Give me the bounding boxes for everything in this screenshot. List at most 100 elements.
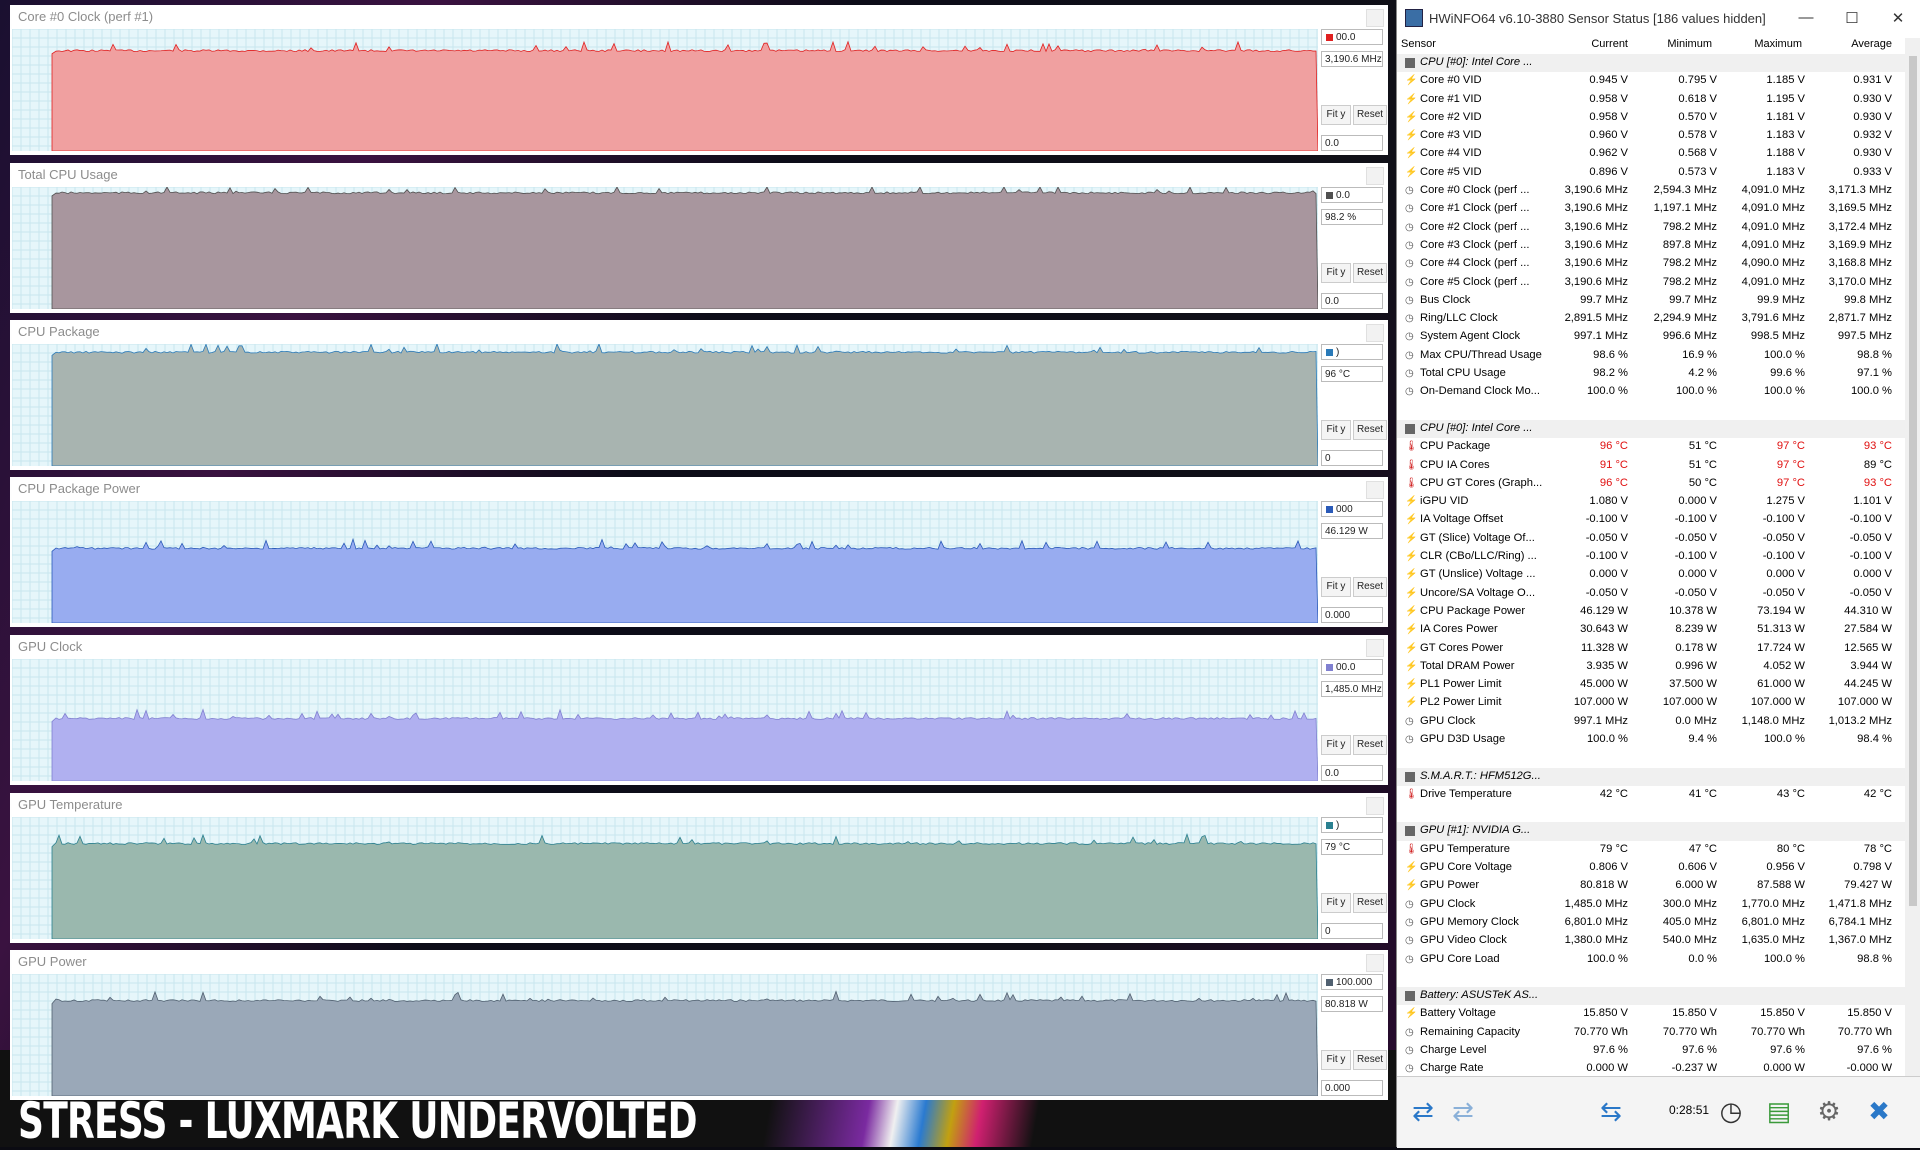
graph-min-field[interactable]: 0.0 xyxy=(1321,135,1383,151)
graph-close-button[interactable] xyxy=(1366,797,1384,815)
reset-button[interactable]: Reset xyxy=(1353,735,1387,755)
graph-max-field[interactable]: 00.0 xyxy=(1321,659,1383,675)
sensor-group-header[interactable]: S.M.A.R.T.: HFM512G... xyxy=(1397,767,1905,786)
sensor-row[interactable]: ⚡ GT Cores Power 11.328 W 0.178 W 17.724… xyxy=(1397,640,1905,658)
reset-button[interactable]: Reset xyxy=(1353,420,1387,440)
sensor-row[interactable]: ⚡ IA Voltage Offset -0.100 V -0.100 V -0… xyxy=(1397,511,1905,529)
graph-max-field[interactable]: 0.0 xyxy=(1321,187,1383,203)
col-maximum[interactable]: Maximum xyxy=(1742,38,1802,50)
sensor-row[interactable]: 🌡 Drive Temperature 42 °C 41 °C 43 °C 42… xyxy=(1397,786,1905,804)
sensor-row[interactable]: ◷ Core #5 Clock (perf ... 3,190.6 MHz 79… xyxy=(1397,274,1905,292)
sensor-row[interactable]: ◷ Charge Level 97.6 % 97.6 % 97.6 % 97.6… xyxy=(1397,1042,1905,1060)
graph-min-field[interactable]: 0.000 xyxy=(1321,1080,1383,1096)
fit-y-button[interactable]: Fit y xyxy=(1321,735,1351,755)
graph-close-button[interactable] xyxy=(1366,167,1384,185)
sensor-row[interactable]: ◷ Ring/LLC Clock 2,891.5 MHz 2,294.9 MHz… xyxy=(1397,310,1905,328)
fit-y-button[interactable]: Fit y xyxy=(1321,420,1351,440)
col-average[interactable]: Average xyxy=(1832,38,1892,50)
sensor-row[interactable]: ◷ Remaining Capacity 70.770 Wh 70.770 Wh… xyxy=(1397,1024,1905,1042)
sensor-row[interactable]: ◷ GPU Core Load 100.0 % 0.0 % 100.0 % 98… xyxy=(1397,951,1905,969)
graph-min-field[interactable]: 0 xyxy=(1321,450,1383,466)
sensor-row[interactable]: ◷ GPU Memory Clock 6,801.0 MHz 405.0 MHz… xyxy=(1397,914,1905,932)
sensor-row[interactable]: ⚡ Core #2 VID 0.958 V 0.570 V 1.181 V 0.… xyxy=(1397,109,1905,127)
graph-max-field[interactable]: 100.000 xyxy=(1321,974,1383,990)
sensor-row[interactable]: ◷ Core #2 Clock (perf ... 3,190.6 MHz 79… xyxy=(1397,219,1905,237)
clock-icon[interactable]: ◷ xyxy=(1713,1093,1749,1129)
graph-close-button[interactable] xyxy=(1366,954,1384,972)
sensor-row[interactable]: ⚡ PL2 Power Limit 107.000 W 107.000 W 10… xyxy=(1397,694,1905,712)
sensor-row[interactable]: ◷ Bus Clock 99.7 MHz 99.7 MHz 99.9 MHz 9… xyxy=(1397,292,1905,310)
sensor-row[interactable]: ⚡ CLR (CBo/LLC/Ring) ... -0.100 V -0.100… xyxy=(1397,548,1905,566)
fit-y-button[interactable]: Fit y xyxy=(1321,577,1351,597)
sensor-row[interactable]: ⚡ Core #5 VID 0.896 V 0.573 V 1.183 V 0.… xyxy=(1397,164,1905,182)
maximize-icon[interactable]: ☐ xyxy=(1829,9,1875,27)
sensor-row[interactable]: ◷ GPU Clock 1,485.0 MHz 300.0 MHz 1,770.… xyxy=(1397,896,1905,914)
reset-button[interactable]: Reset xyxy=(1353,263,1387,283)
sensor-row[interactable]: ◷ On-Demand Clock Mo... 100.0 % 100.0 % … xyxy=(1397,383,1905,401)
sensor-row[interactable]: ◷ Core #1 Clock (perf ... 3,190.6 MHz 1,… xyxy=(1397,200,1905,218)
sensor-row[interactable]: ⚡ GPU Power 80.818 W 6.000 W 87.588 W 79… xyxy=(1397,877,1905,895)
sensor-group-header[interactable]: Battery: ASUSTeK AS... xyxy=(1397,987,1905,1006)
graph-min-field[interactable]: 0.000 xyxy=(1321,607,1383,623)
sensor-row[interactable]: ◷ Core #4 Clock (perf ... 3,190.6 MHz 79… xyxy=(1397,255,1905,273)
minimize-icon[interactable]: — xyxy=(1783,9,1829,27)
sensor-row[interactable]: ⚡ Core #1 VID 0.958 V 0.618 V 1.195 V 0.… xyxy=(1397,91,1905,109)
reset-button[interactable]: Reset xyxy=(1353,105,1387,125)
sensor-group-header[interactable]: CPU [#0]: Intel Core ... xyxy=(1397,419,1905,439)
reset-button[interactable]: Reset xyxy=(1353,577,1387,597)
settings-gear-icon[interactable]: ⚙ xyxy=(1811,1093,1847,1129)
reset-button[interactable]: Reset xyxy=(1353,1050,1387,1070)
sensor-row[interactable]: ◷ Core #0 Clock (perf ... 3,190.6 MHz 2,… xyxy=(1397,182,1905,200)
nav-left-right-icon[interactable]: ⇄ xyxy=(1405,1093,1441,1129)
sensor-row[interactable]: ⚡ CPU Package Power 46.129 W 10.378 W 73… xyxy=(1397,603,1905,621)
graph-close-button[interactable] xyxy=(1366,639,1384,657)
graph-min-field[interactable]: 0.0 xyxy=(1321,765,1383,781)
sensor-row[interactable]: ⚡ Core #0 VID 0.945 V 0.795 V 1.185 V 0.… xyxy=(1397,72,1905,90)
graph-close-button[interactable] xyxy=(1366,324,1384,342)
sensor-row[interactable]: ◷ Max CPU/Thread Usage 98.6 % 16.9 % 100… xyxy=(1397,347,1905,365)
fit-y-button[interactable]: Fit y xyxy=(1321,893,1351,913)
close-icon[interactable]: ✕ xyxy=(1875,9,1920,27)
vertical-scrollbar[interactable] xyxy=(1905,38,1920,1076)
sensor-row[interactable]: ◷ GPU Clock 997.1 MHz 0.0 MHz 1,148.0 MH… xyxy=(1397,713,1905,731)
graph-close-button[interactable] xyxy=(1366,9,1384,27)
sensor-row[interactable]: ⚡ iGPU VID 1.080 V 0.000 V 1.275 V 1.101… xyxy=(1397,493,1905,511)
sensor-row[interactable]: 🌡 GPU Temperature 79 °C 47 °C 80 °C 78 °… xyxy=(1397,841,1905,859)
sensor-row[interactable]: ⚡ PL1 Power Limit 45.000 W 37.500 W 61.0… xyxy=(1397,676,1905,694)
fit-y-button[interactable]: Fit y xyxy=(1321,1050,1351,1070)
sensor-row[interactable]: 🌡 CPU Package 96 °C 51 °C 97 °C 93 °C xyxy=(1397,438,1905,456)
fit-y-button[interactable]: Fit y xyxy=(1321,105,1351,125)
sensor-row[interactable]: ⚡ Total DRAM Power 3.935 W 0.996 W 4.052… xyxy=(1397,658,1905,676)
graph-max-field[interactable]: ) xyxy=(1321,817,1383,833)
sensor-row[interactable]: ◷ Total CPU Usage 98.2 % 4.2 % 99.6 % 97… xyxy=(1397,365,1905,383)
scrollbar-thumb[interactable] xyxy=(1909,56,1917,906)
sensor-row[interactable]: ◷ GPU Video Clock 1,380.0 MHz 540.0 MHz … xyxy=(1397,932,1905,950)
graph-min-field[interactable]: 0.0 xyxy=(1321,293,1383,309)
sensor-row[interactable]: 🌡 CPU GT Cores (Graph... 96 °C 50 °C 97 … xyxy=(1397,475,1905,493)
sensor-row[interactable]: ◷ Core #3 Clock (perf ... 3,190.6 MHz 89… xyxy=(1397,237,1905,255)
fit-y-button[interactable]: Fit y xyxy=(1321,263,1351,283)
sensor-group-header[interactable]: GPU [#1]: NVIDIA G... xyxy=(1397,822,1905,841)
graph-max-field[interactable]: 000 xyxy=(1321,501,1383,517)
graph-close-button[interactable] xyxy=(1366,481,1384,499)
col-minimum[interactable]: Minimum xyxy=(1662,38,1712,50)
sensor-row[interactable]: ◷ System Agent Clock 997.1 MHz 996.6 MHz… xyxy=(1397,328,1905,346)
col-sensor[interactable]: Sensor xyxy=(1401,38,1436,50)
reset-button[interactable]: Reset xyxy=(1353,893,1387,913)
nav-disabled-icon[interactable]: ⇄ xyxy=(1445,1093,1481,1129)
sensor-row[interactable]: ⚡ GT (Unslice) Voltage ... 0.000 V 0.000… xyxy=(1397,566,1905,584)
graph-max-field[interactable]: 00.0 xyxy=(1321,29,1383,45)
sensor-row[interactable]: ⚡ Core #3 VID 0.960 V 0.578 V 1.183 V 0.… xyxy=(1397,127,1905,145)
report-icon[interactable]: ▤ xyxy=(1761,1093,1797,1129)
col-current[interactable]: Current xyxy=(1588,38,1628,50)
graph-min-field[interactable]: 0 xyxy=(1321,923,1383,939)
sensor-row[interactable]: ⚡ IA Cores Power 30.643 W 8.239 W 51.313… xyxy=(1397,621,1905,639)
sensor-row[interactable]: ⚡ Battery Voltage 15.850 V 15.850 V 15.8… xyxy=(1397,1005,1905,1023)
sensor-row[interactable]: ⚡ Core #4 VID 0.962 V 0.568 V 1.188 V 0.… xyxy=(1397,145,1905,163)
sensor-row[interactable]: ⚡ Uncore/SA Voltage O... -0.050 V -0.050… xyxy=(1397,585,1905,603)
sensor-row[interactable]: ⚡ GT (Slice) Voltage Of... -0.050 V -0.0… xyxy=(1397,530,1905,548)
sensor-group-header[interactable]: CPU [#0]: Intel Core ... xyxy=(1397,54,1905,73)
network-icon[interactable]: ⇆ xyxy=(1593,1093,1629,1129)
sensor-row[interactable]: ◷ GPU D3D Usage 100.0 % 9.4 % 100.0 % 98… xyxy=(1397,731,1905,749)
exit-icon[interactable]: ✖ xyxy=(1861,1093,1897,1129)
